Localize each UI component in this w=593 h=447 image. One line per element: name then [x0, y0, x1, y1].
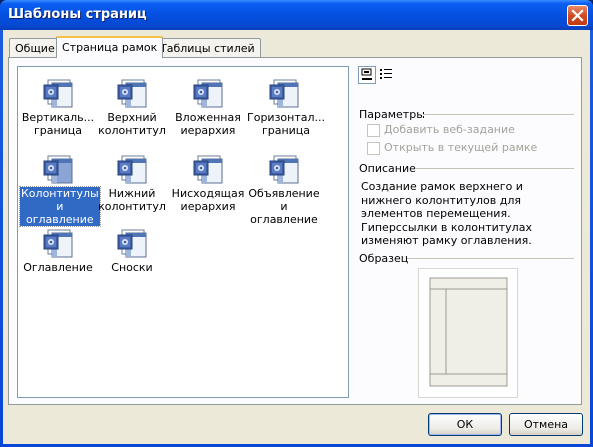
add-web-task-checkbox[interactable]	[367, 124, 380, 137]
template-item[interactable]: Оглавление	[20, 227, 96, 274]
template-label: Колонтитулы и оглавление	[19, 186, 101, 227]
template-item[interactable]: Верхний колонтитул	[94, 77, 170, 137]
open-in-current-frame-label: Открыть в текущей рамке	[384, 141, 538, 154]
bottom-footer-icon	[94, 153, 170, 185]
template-item[interactable]: Вертикаль... граница	[20, 77, 96, 137]
dialog-window: Шаблоны страниц Общие Страница рамок Таб…	[0, 0, 593, 447]
template-label: Сноски	[111, 261, 153, 274]
tab-panel: Вертикаль... граница Верхний колонтитул …	[8, 57, 582, 405]
template-list[interactable]: Вертикаль... граница Верхний колонтитул …	[17, 66, 349, 398]
template-item[interactable]: Горизонтал... граница	[246, 77, 325, 137]
preview-title: Образец	[359, 252, 409, 265]
close-icon	[571, 9, 584, 22]
options-divider	[423, 114, 574, 116]
window-title: Шаблоны страниц	[8, 7, 147, 22]
template-label: Вложенная иерархия	[175, 111, 241, 137]
tab-frames-page[interactable]: Страница рамок	[56, 36, 164, 58]
descending-hierarchy-icon	[170, 153, 246, 185]
ok-button[interactable]: ОК	[428, 413, 502, 436]
template-preview	[418, 268, 518, 398]
options-title: Параметры	[359, 108, 425, 121]
vertical-border-icon	[20, 77, 96, 109]
tab-style-sheets[interactable]: Таблицы стилей	[154, 38, 261, 57]
description-text: Создание рамок верхнего и нижнего колонт…	[361, 180, 532, 247]
details-view-button[interactable]	[378, 66, 396, 84]
banner-contents-icon	[246, 153, 322, 185]
preview-layout-image	[419, 269, 517, 397]
details-view-icon	[380, 69, 392, 79]
top-header-icon	[94, 77, 170, 109]
template-item[interactable]: Сноски	[94, 227, 170, 274]
contents-icon	[20, 227, 96, 259]
template-label: Оглавление	[23, 261, 93, 274]
tab-general[interactable]: Общие	[9, 38, 61, 57]
template-label: Объявление и оглавление	[248, 187, 320, 226]
open-in-current-frame-checkbox[interactable]	[367, 142, 380, 155]
template-item[interactable]: Колонтитулы и оглавление	[19, 153, 101, 227]
close-button[interactable]	[567, 5, 588, 26]
cancel-button[interactable]: Отмена	[509, 413, 583, 436]
horizontal-border-icon	[246, 77, 322, 109]
nested-hierarchy-icon	[170, 77, 246, 109]
template-label: Горизонтал... граница	[247, 111, 326, 137]
large-icons-view-icon	[361, 68, 372, 80]
template-label: Нисходящая иерархия	[171, 187, 245, 213]
template-item[interactable]: Объявление и оглавление	[246, 153, 322, 226]
add-web-task-label: Добавить веб-задание	[384, 123, 515, 136]
template-item[interactable]: Вложенная иерархия	[170, 77, 246, 137]
template-item[interactable]: Нисходящая иерархия	[170, 153, 246, 213]
description-divider	[415, 168, 574, 170]
preview-divider	[407, 258, 574, 260]
footnotes-icon	[94, 227, 170, 259]
template-label: Вертикаль... граница	[21, 111, 95, 137]
template-item[interactable]: Нижний колонтитул	[94, 153, 170, 213]
dialog-client: Общие Страница рамок Таблицы стилей Верт…	[3, 30, 590, 444]
description-title: Описание	[359, 162, 416, 175]
headers-contents-icon	[20, 153, 96, 185]
template-label: Верхний колонтитул	[98, 111, 166, 137]
template-label: Нижний колонтитул	[98, 187, 166, 213]
large-icons-view-button[interactable]	[358, 66, 376, 84]
title-bar[interactable]: Шаблоны страниц	[0, 0, 593, 30]
